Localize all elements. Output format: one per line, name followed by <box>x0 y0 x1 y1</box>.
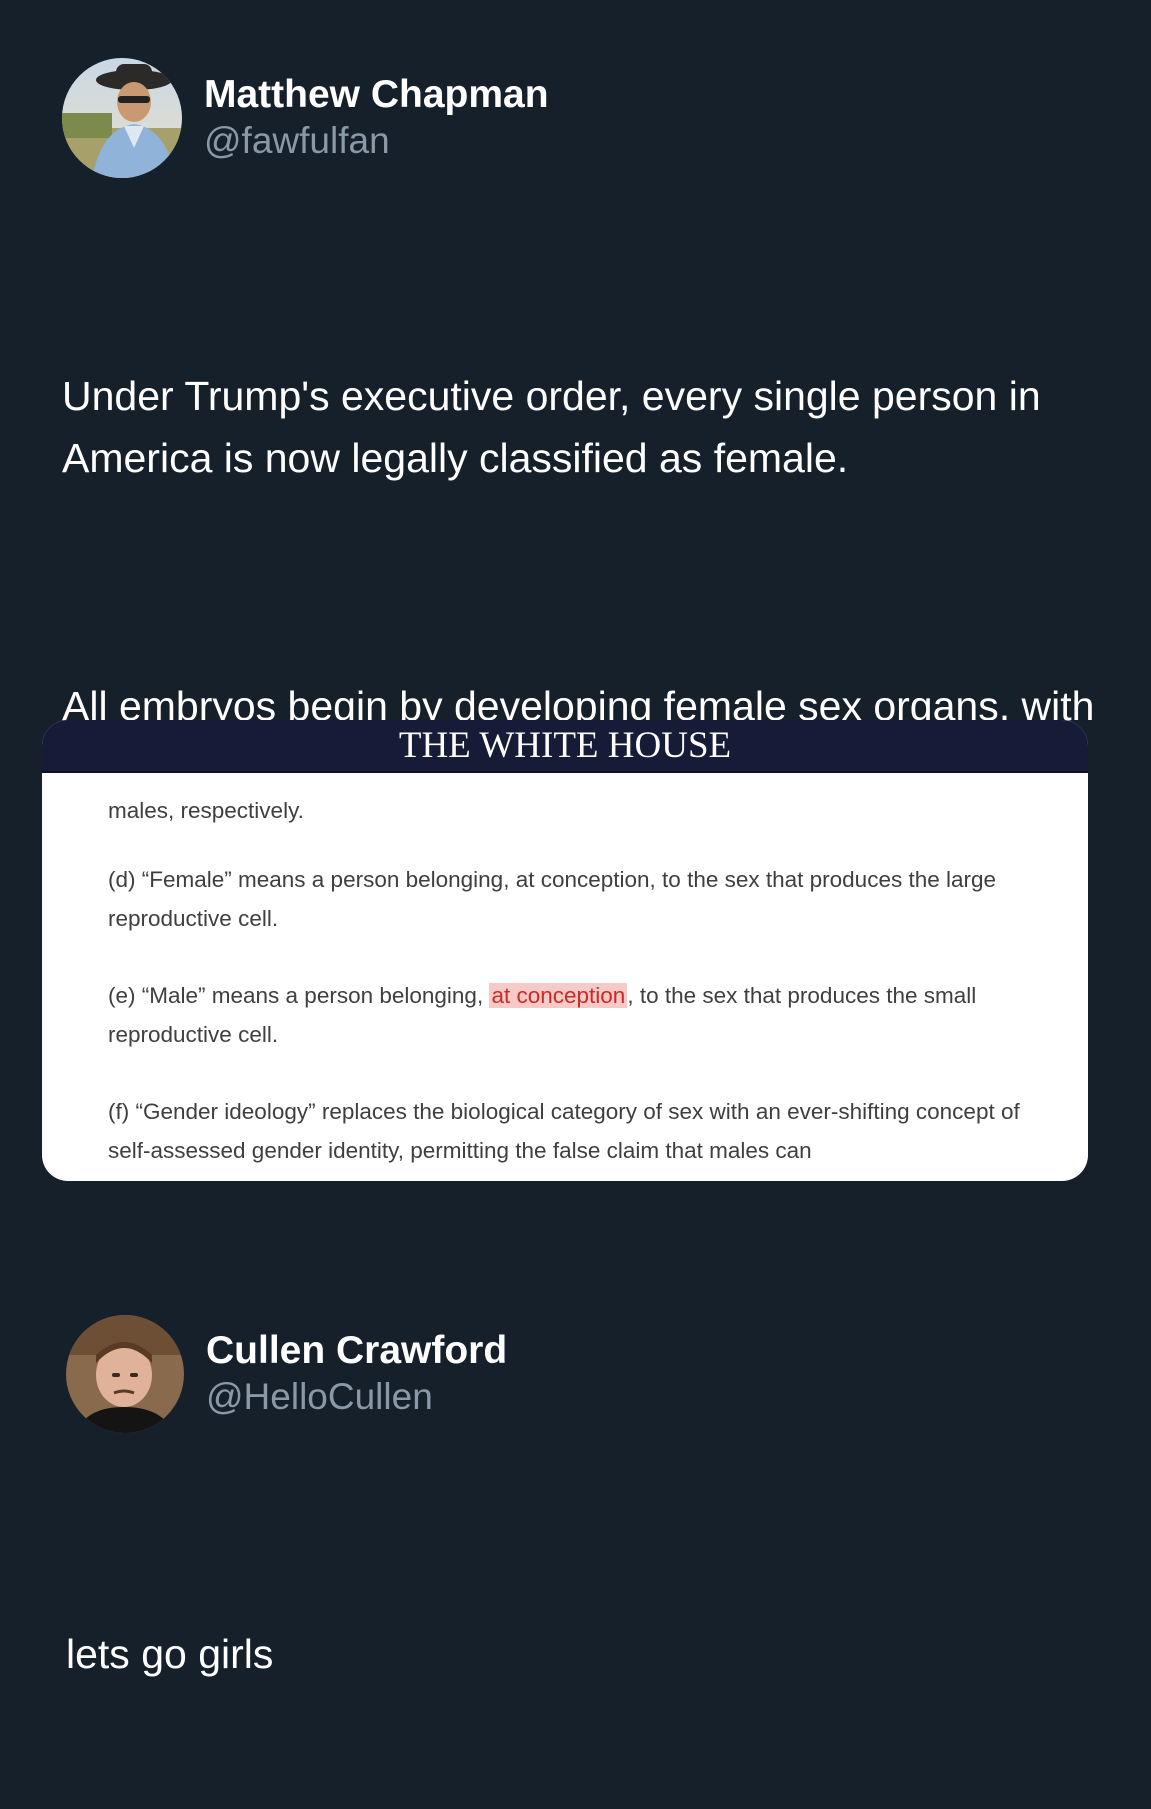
post-header: Cullen Crawford @HelloCullen <box>66 1315 507 1433</box>
user-handle[interactable]: @fawfulfan <box>204 118 549 164</box>
user-avatar-icon <box>62 58 182 178</box>
doc-para-e-start: (e) “Male” means a person belonging, <box>108 983 490 1008</box>
doc-para-d: (d) “Female” means a person belonging, a… <box>108 867 997 931</box>
author-names: Cullen Crawford @HelloCullen <box>206 1328 507 1420</box>
doc-para-e: (e) “Male” means a person belonging, at … <box>108 976 1066 1054</box>
tweet-text: lets go girls <box>66 1499 1106 1809</box>
user-avatar-icon <box>66 1315 184 1433</box>
display-name[interactable]: Matthew Chapman <box>204 72 549 118</box>
user-handle[interactable]: @HelloCullen <box>206 1374 507 1420</box>
avatar[interactable] <box>62 58 182 178</box>
author-names: Matthew Chapman @fawfulfan <box>204 72 549 164</box>
white-house-banner: THE WHITE HOUSE <box>42 720 1088 773</box>
doc-para-f: (f) “Gender ideology” replaces the biolo… <box>108 1099 1020 1163</box>
avatar[interactable] <box>66 1315 184 1433</box>
post-header: Matthew Chapman @fawfulfan <box>62 58 549 178</box>
tweet-paragraph-1: lets go girls <box>66 1631 274 1677</box>
highlighted-text: at conception <box>489 983 628 1008</box>
display-name[interactable]: Cullen Crawford <box>206 1328 507 1374</box>
doc-line-top: males, respectively. <box>108 798 304 823</box>
attached-image[interactable]: THE WHITE HOUSE males, respectively. (d)… <box>42 720 1088 1181</box>
tweet-paragraph-1: Under Trump's executive order, every sin… <box>62 373 1050 481</box>
document-excerpt: males, respectively. (d) “Female” means … <box>42 773 1088 1170</box>
